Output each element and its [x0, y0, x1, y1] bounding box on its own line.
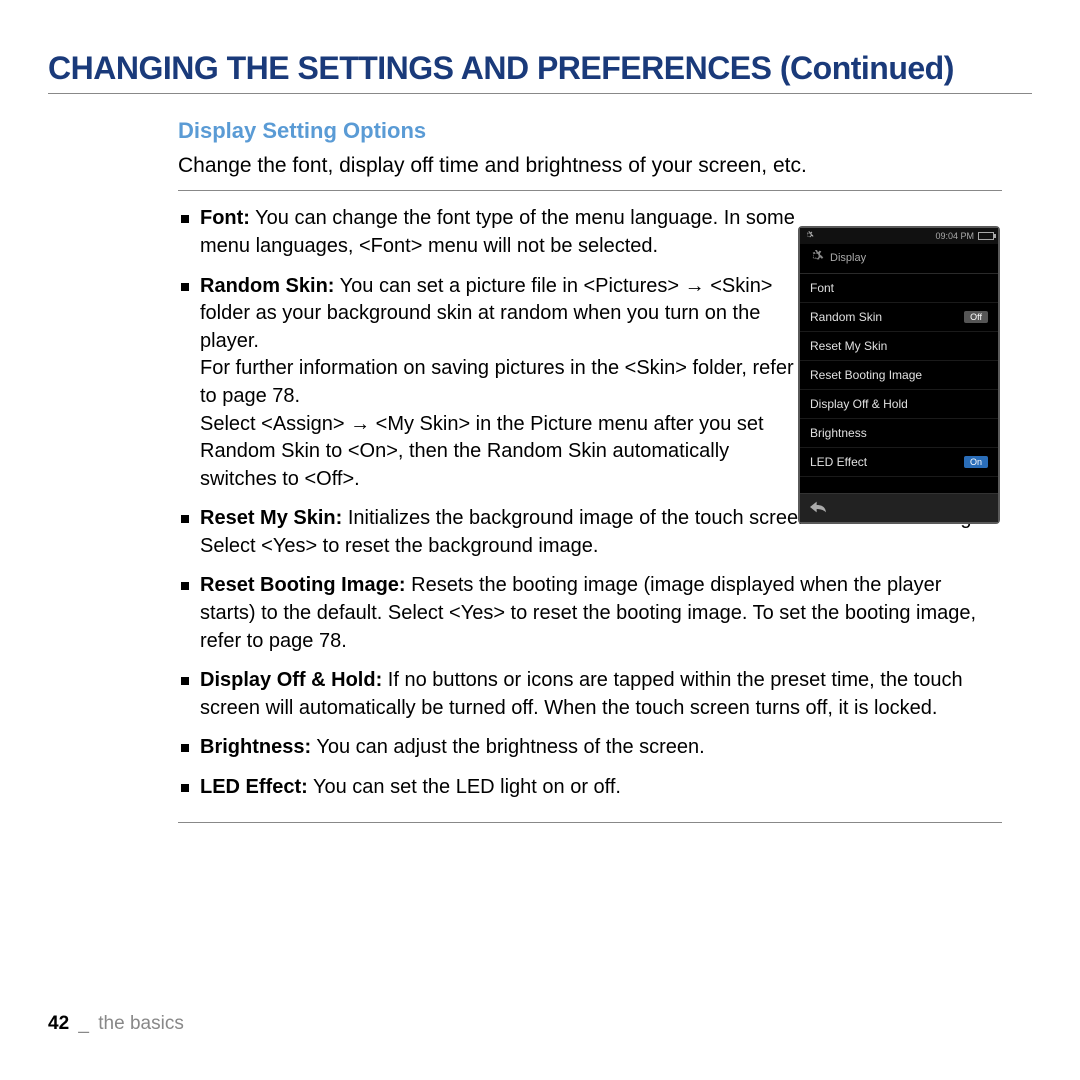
page-title: CHANGING THE SETTINGS AND PREFERENCES (C…	[48, 50, 1032, 94]
manual-page: CHANGING THE SETTINGS AND PREFERENCES (C…	[0, 0, 1080, 1080]
bullet-list: Font: You can change the font type of th…	[178, 205, 808, 493]
bullet-label: LED Effect:	[200, 776, 308, 798]
device-statusbar: 09:04 PM	[800, 228, 998, 244]
bullet-list: Reset My Skin: Initializes the backgroun…	[178, 505, 1002, 801]
device-time: 09:04 PM	[935, 231, 974, 241]
device-item-label: Brightness	[810, 426, 867, 440]
list-item: Brightness: You can adjust the brightnes…	[178, 734, 1002, 762]
device-header: Display	[800, 244, 998, 274]
device-screenshot: 09:04 PM Display Font Random Skin Off Re…	[798, 226, 1000, 524]
device-item-label: Reset My Skin	[810, 339, 887, 353]
device-menu: Font Random Skin Off Reset My Skin Reset…	[800, 274, 998, 477]
bullet-label: Font:	[200, 207, 250, 229]
bullet-label: Random Skin:	[200, 275, 334, 297]
bullet-text: You can set the LED light on or off.	[308, 776, 621, 798]
device-menu-item[interactable]: Reset My Skin	[800, 332, 998, 361]
footer-section: the basics	[98, 1013, 184, 1034]
bullet-text: You can change the font type of the menu…	[200, 207, 795, 257]
device-header-label: Display	[830, 252, 866, 264]
device-menu-item[interactable]: Display Off & Hold	[800, 390, 998, 419]
gear-icon	[804, 230, 814, 242]
toggle-badge[interactable]: Off	[964, 311, 988, 323]
list-item: Font: You can change the font type of th…	[178, 205, 808, 260]
device-menu-item[interactable]: Font	[800, 274, 998, 303]
section-title: Display Setting Options	[178, 118, 1002, 144]
list-item: Random Skin: You can set a picture file …	[178, 273, 808, 494]
page-number: 42	[48, 1013, 69, 1034]
device-item-label: Reset Booting Image	[810, 368, 922, 382]
list-item: LED Effect: You can set the LED light on…	[178, 774, 1002, 802]
bullet-label: Display Off & Hold:	[200, 669, 382, 691]
device-menu-item[interactable]: LED Effect On	[800, 448, 998, 477]
gear-icon	[808, 248, 824, 267]
bullet-label: Reset Booting Image:	[200, 574, 406, 596]
device-footer	[800, 493, 998, 522]
page-footer: 42 _ the basics	[48, 1013, 184, 1035]
bullet-text: You can set a picture file in <Pictures>…	[200, 275, 794, 490]
device-menu-item[interactable]: Reset Booting Image	[800, 361, 998, 390]
divider	[178, 190, 1002, 191]
list-item: Reset Booting Image: Resets the booting …	[178, 572, 1002, 655]
device-item-label: Display Off & Hold	[810, 397, 908, 411]
bullet-label: Reset My Skin:	[200, 507, 342, 529]
device-menu-item[interactable]: Random Skin Off	[800, 303, 998, 332]
divider	[178, 822, 1002, 823]
device-item-label: Font	[810, 281, 834, 295]
bullet-label: Brightness:	[200, 736, 311, 758]
list-item: Display Off & Hold: If no buttons or ico…	[178, 667, 1002, 722]
back-icon[interactable]	[810, 501, 826, 516]
footer-separator: _	[78, 1013, 89, 1034]
bullet-text: You can adjust the brightness of the scr…	[311, 736, 705, 758]
battery-icon	[978, 232, 994, 240]
device-menu-item[interactable]: Brightness	[800, 419, 998, 448]
device-item-label: Random Skin	[810, 310, 882, 324]
device-item-label: LED Effect	[810, 455, 867, 469]
section-intro: Change the font, display off time and br…	[178, 152, 1002, 180]
toggle-badge[interactable]: On	[964, 456, 988, 468]
